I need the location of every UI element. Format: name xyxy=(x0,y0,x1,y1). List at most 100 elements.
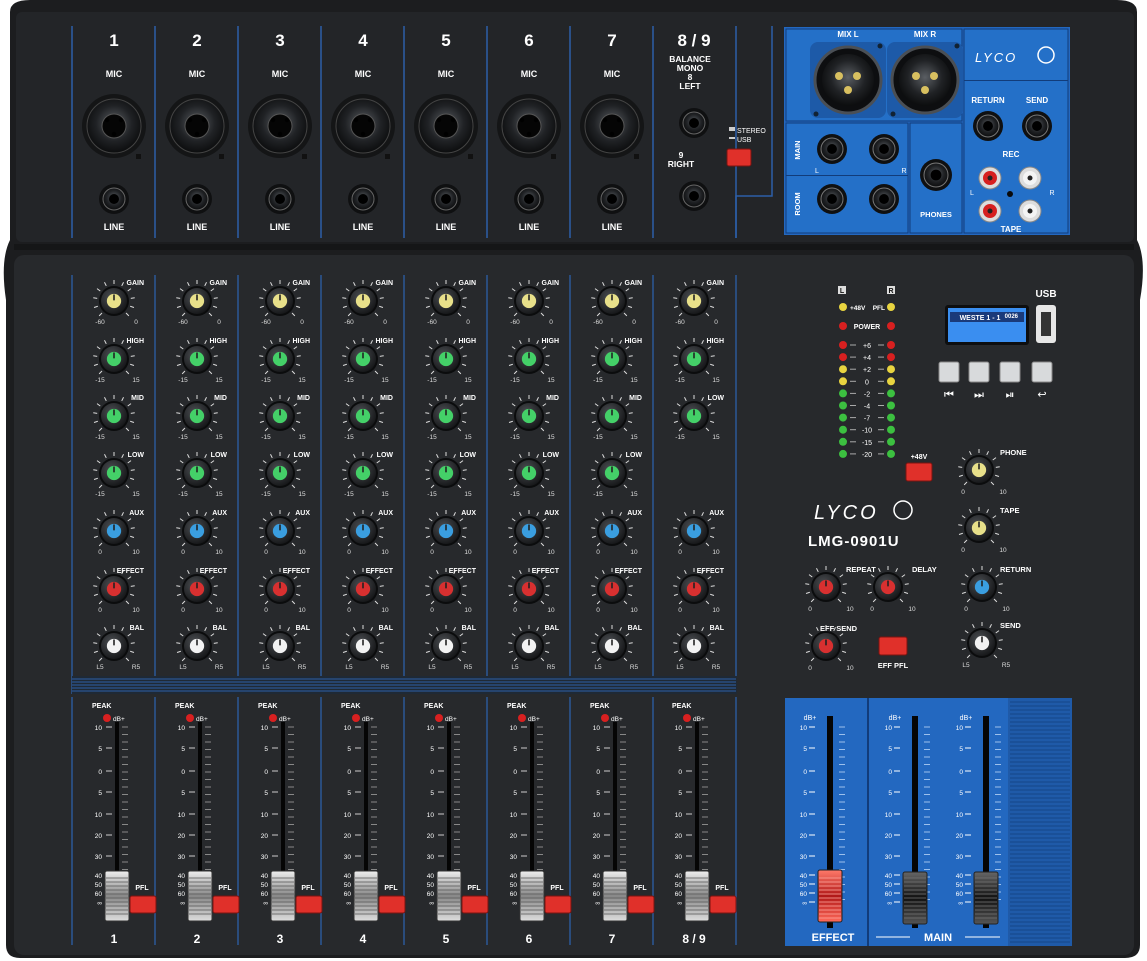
center-screw xyxy=(1007,191,1013,197)
latch-button[interactable] xyxy=(551,154,556,159)
knob-max-label: 15 xyxy=(547,377,555,384)
effect-label: EFFECT xyxy=(117,568,145,575)
knob-min-label: L5 xyxy=(428,664,436,671)
db-label: dB+ xyxy=(804,715,817,722)
latch-button[interactable] xyxy=(634,154,639,159)
knob-min-label: -60 xyxy=(675,319,685,326)
pfl-button[interactable] xyxy=(378,895,406,914)
knob-tick xyxy=(259,585,264,587)
channel-fader[interactable] xyxy=(270,870,296,922)
channel-fader[interactable] xyxy=(684,870,710,922)
meter-led-l xyxy=(839,389,847,398)
latch-button[interactable] xyxy=(385,154,390,159)
gain-label: GAIN xyxy=(293,280,311,287)
line-label: LINE xyxy=(436,222,457,232)
latch-button[interactable] xyxy=(136,154,141,159)
knob-max-label: 10 xyxy=(132,607,140,614)
knob-max-label: 10 xyxy=(547,607,555,614)
meter-led-l xyxy=(839,437,847,446)
knob-min-label: 0 xyxy=(596,549,600,556)
db-label: dB+ xyxy=(693,716,705,723)
high-label: HIGH xyxy=(127,338,145,345)
stereo-usb-switch[interactable] xyxy=(726,148,752,167)
power-led-l xyxy=(839,322,847,330)
knob-min-label: -60 xyxy=(261,319,271,326)
channel-fader[interactable] xyxy=(602,870,628,922)
meter-step-label: +4 xyxy=(863,355,871,362)
latch-button[interactable] xyxy=(302,154,307,159)
knob-min-label: -15 xyxy=(261,491,271,498)
latch-button[interactable] xyxy=(468,154,473,159)
pin-hole xyxy=(602,117,608,123)
pfl-button[interactable] xyxy=(544,895,572,914)
knob-tick xyxy=(628,355,633,357)
player-button[interactable] xyxy=(999,361,1021,383)
knob-min-label: -15 xyxy=(178,377,188,384)
knob-tick xyxy=(508,585,513,587)
knob-min-label: 0 xyxy=(181,607,185,614)
knob-tick xyxy=(545,527,550,529)
knob-tick xyxy=(545,642,550,644)
channel-fader[interactable] xyxy=(187,870,213,922)
channel-fader[interactable] xyxy=(104,870,130,922)
fader-scale-label: 5 xyxy=(596,790,600,797)
channel-fader[interactable] xyxy=(436,870,462,922)
knob-max-label: 0 xyxy=(714,319,718,326)
pfl-button[interactable] xyxy=(129,895,157,914)
pfl-button[interactable] xyxy=(627,895,655,914)
player-button[interactable] xyxy=(938,361,960,383)
knob-tick xyxy=(213,355,218,357)
fader-scale-label: 5 xyxy=(596,746,600,753)
knob-tick xyxy=(213,642,218,644)
rca-l-label: L xyxy=(970,190,974,197)
player-button-icon: ⏯ xyxy=(1006,389,1015,401)
fader-scale-label: 0 xyxy=(959,769,963,776)
knob-tick xyxy=(545,297,550,299)
knob-max-label: 15 xyxy=(630,491,638,498)
pfl-button[interactable] xyxy=(295,895,323,914)
knob-min-label: 0 xyxy=(98,549,102,556)
pfl-button[interactable] xyxy=(709,895,737,914)
fader-scale-label: 30 xyxy=(261,854,269,861)
channel-fader[interactable] xyxy=(519,870,545,922)
bal-label: BAL xyxy=(545,625,560,632)
pin-hole xyxy=(201,117,207,123)
pin-hole xyxy=(443,131,449,137)
pfl-button[interactable] xyxy=(461,895,489,914)
fader-scale-label: 10 xyxy=(510,725,518,732)
fader-scale-label: 5 xyxy=(181,746,185,753)
knob-tick xyxy=(379,585,384,587)
knob-max-label: 15 xyxy=(464,491,472,498)
channel-fader[interactable] xyxy=(353,870,379,922)
meter-led-l xyxy=(839,377,847,386)
low-label: LOW xyxy=(708,395,725,402)
pfl-label: PFL xyxy=(550,885,564,892)
knob-max-label: 10 xyxy=(464,549,472,556)
meter-led-l xyxy=(839,413,847,422)
fader-scale-label: 10 xyxy=(510,812,518,819)
fader-scale-label: 30 xyxy=(344,854,352,861)
latch-button[interactable] xyxy=(219,154,224,159)
pin-hole xyxy=(360,131,366,137)
usb-switch-label: USB xyxy=(737,137,752,144)
fader-scale-label: 60 xyxy=(261,891,269,898)
stereo-switch-label: STEREO xyxy=(737,128,766,135)
phantom-power-button[interactable] xyxy=(905,462,933,482)
knob-min-label: -15 xyxy=(95,377,105,384)
knob-tick xyxy=(628,469,633,471)
player-button[interactable] xyxy=(1031,361,1053,383)
knob-min-label: L5 xyxy=(594,664,602,671)
delay-knob-label: DELAY xyxy=(912,565,937,574)
eff-pfl-button[interactable] xyxy=(878,636,908,656)
jack-socket xyxy=(827,194,837,204)
knob-tick xyxy=(130,297,135,299)
knob-min-label: -15 xyxy=(510,377,520,384)
player-button[interactable] xyxy=(968,361,990,383)
peak-led xyxy=(683,714,691,722)
fader-scale-label: 5 xyxy=(181,790,185,797)
pfl-button[interactable] xyxy=(212,895,240,914)
fader-scale-label: 30 xyxy=(675,854,683,861)
pfl-led-label: PFL xyxy=(873,305,885,312)
knob-max-label: 10 xyxy=(630,607,638,614)
jack-socket xyxy=(358,194,368,204)
